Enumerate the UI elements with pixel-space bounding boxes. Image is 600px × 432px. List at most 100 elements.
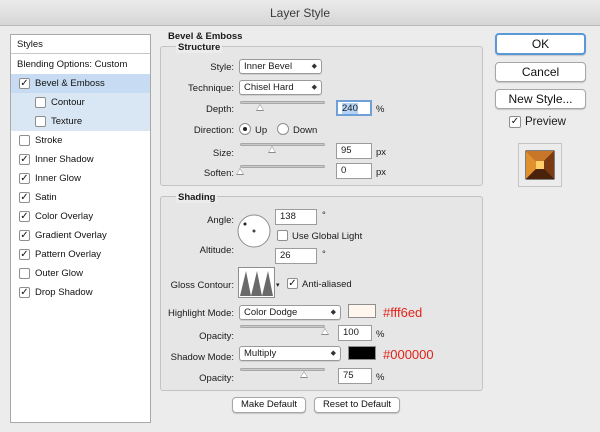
check-icon: ✓ (20, 78, 29, 89)
style-item-checkbox[interactable] (35, 97, 46, 108)
size-label: Size: (212, 148, 234, 159)
style-item-label: Outer Glow (35, 268, 84, 279)
shadow-opacity-unit: % (376, 372, 385, 383)
shadow-mode-value: Multiply (244, 348, 277, 359)
highlight-opacity-input[interactable]: 100 (338, 325, 372, 341)
preview-checkbox[interactable]: ✓ (509, 116, 521, 128)
style-item-label: Blending Options: Custom (17, 59, 128, 70)
shadow-opacity-input[interactable]: 75 (338, 368, 372, 384)
shadow-color-annotation: #000000 (383, 347, 434, 362)
style-item-checkbox[interactable] (35, 116, 46, 127)
style-item[interactable]: ✓ Inner Shadow (11, 150, 150, 169)
style-item-label: Contour (51, 97, 85, 108)
depth-label: Depth: (206, 104, 234, 115)
style-item-label: Gradient Overlay (35, 230, 107, 241)
style-item-checkbox[interactable]: ✓ (19, 78, 30, 89)
style-item-checkbox[interactable]: ✓ (19, 230, 30, 241)
style-item-checkbox[interactable]: ✓ (19, 173, 30, 184)
style-item[interactable]: Texture (11, 112, 150, 131)
altitude-unit: ° (322, 249, 326, 260)
shadow-opacity-thumb[interactable] (299, 371, 308, 378)
gloss-contour-picker[interactable] (238, 267, 275, 298)
chevron-updown-icon: ◆ (311, 84, 317, 91)
altitude-value: 26 (280, 250, 291, 261)
style-item[interactable]: Blending Options: Custom (11, 55, 150, 74)
shadow-color-swatch[interactable] (348, 346, 376, 360)
shadow-opacity-track[interactable] (240, 368, 325, 371)
size-slider-track[interactable] (240, 143, 325, 146)
style-item[interactable]: ✓ Drop Shadow (11, 283, 150, 302)
shadow-mode-select[interactable]: Multiply ◆ (239, 346, 341, 361)
ok-button[interactable]: OK (495, 33, 586, 55)
technique-value: Chisel Hard (244, 82, 294, 93)
highlight-color-swatch[interactable] (348, 304, 376, 318)
style-item-label: Pattern Overlay (35, 249, 101, 260)
anti-aliased-label: Anti-aliased (302, 279, 352, 290)
style-select[interactable]: Inner Bevel ◆ (239, 59, 322, 74)
style-item[interactable]: ✓ Pattern Overlay (11, 245, 150, 264)
direction-up-label: Up (255, 125, 268, 136)
bevel-title: Bevel & Emboss (168, 31, 243, 42)
style-item[interactable]: ✓ Bevel & Emboss (11, 74, 150, 93)
highlight-mode-label: Highlight Mode: (167, 308, 234, 319)
soften-unit: px (376, 167, 387, 178)
chevron-updown-icon: ◆ (330, 350, 336, 357)
angle-input[interactable]: 138 (275, 209, 317, 225)
size-value: 95 (341, 145, 352, 156)
soften-label: Soften: (203, 168, 234, 179)
soften-slider-thumb[interactable] (236, 168, 244, 175)
highlight-color-annotation: #fff6ed (383, 305, 423, 320)
contour-preview-icon (240, 271, 273, 296)
reset-default-button[interactable]: Reset to Default (314, 397, 400, 413)
shadow-opacity-value: 75 (343, 370, 354, 381)
size-slider-thumb[interactable] (268, 146, 277, 153)
soften-slider-track[interactable] (240, 165, 325, 168)
highlight-opacity-track[interactable] (240, 325, 325, 328)
style-item[interactable]: Stroke (11, 131, 150, 150)
style-item-checkbox[interactable]: ✓ (19, 249, 30, 260)
highlight-opacity-thumb[interactable] (321, 328, 329, 335)
style-item-checkbox[interactable]: ✓ (19, 287, 30, 298)
technique-select[interactable]: Chisel Hard ◆ (239, 80, 322, 95)
style-item-checkbox[interactable]: ✓ (19, 154, 30, 165)
style-value: Inner Bevel (244, 61, 293, 72)
depth-slider-track[interactable] (240, 101, 325, 104)
style-item[interactable]: Outer Glow (11, 264, 150, 283)
style-item[interactable]: ✓ Gradient Overlay (11, 226, 150, 245)
angle-dial[interactable] (236, 213, 272, 249)
altitude-input[interactable]: 26 (275, 248, 317, 264)
direction-up-radio[interactable] (239, 123, 251, 135)
style-item[interactable]: ✓ Satin (11, 188, 150, 207)
style-item-checkbox[interactable] (19, 135, 30, 146)
highlight-mode-select[interactable]: Color Dodge ◆ (239, 305, 341, 320)
depth-input[interactable]: 240 (336, 100, 372, 116)
style-item-checkbox[interactable] (19, 268, 30, 279)
highlight-opacity-value: 100 (343, 327, 359, 338)
direction-label: Direction: (193, 125, 234, 136)
direction-down-radio[interactable] (277, 123, 289, 135)
styles-list: Styles Blending Options: Custom ✓ Bevel & … (10, 34, 151, 423)
style-item[interactable]: ✓ Color Overlay (11, 207, 150, 226)
new-style-button[interactable]: New Style... (495, 89, 586, 109)
angle-value: 138 (280, 211, 296, 222)
soften-value: 0 (341, 165, 347, 176)
cancel-button[interactable]: Cancel (495, 62, 586, 82)
contour-dropdown-icon[interactable]: ▾ (276, 281, 280, 289)
style-item-label: Stroke (35, 135, 63, 146)
check-icon: ✓ (20, 249, 29, 260)
check-icon: ✓ (20, 211, 29, 222)
style-item-checkbox[interactable]: ✓ (19, 211, 30, 222)
style-item-checkbox[interactable]: ✓ (19, 192, 30, 203)
make-default-button[interactable]: Make Default (232, 397, 306, 413)
depth-slider-thumb[interactable] (256, 104, 265, 111)
style-item[interactable]: ✓ Inner Glow (11, 169, 150, 188)
use-global-light-checkbox[interactable] (277, 230, 288, 241)
style-label: Style: (210, 62, 234, 73)
use-global-light-label: Use Global Light (292, 231, 363, 242)
soften-input[interactable]: 0 (336, 163, 372, 179)
size-input[interactable]: 95 (336, 143, 372, 159)
size-unit: px (376, 147, 387, 158)
style-item-label: Inner Shadow (35, 154, 94, 165)
anti-aliased-checkbox[interactable]: ✓ (287, 278, 298, 289)
style-item[interactable]: Contour (11, 93, 150, 112)
